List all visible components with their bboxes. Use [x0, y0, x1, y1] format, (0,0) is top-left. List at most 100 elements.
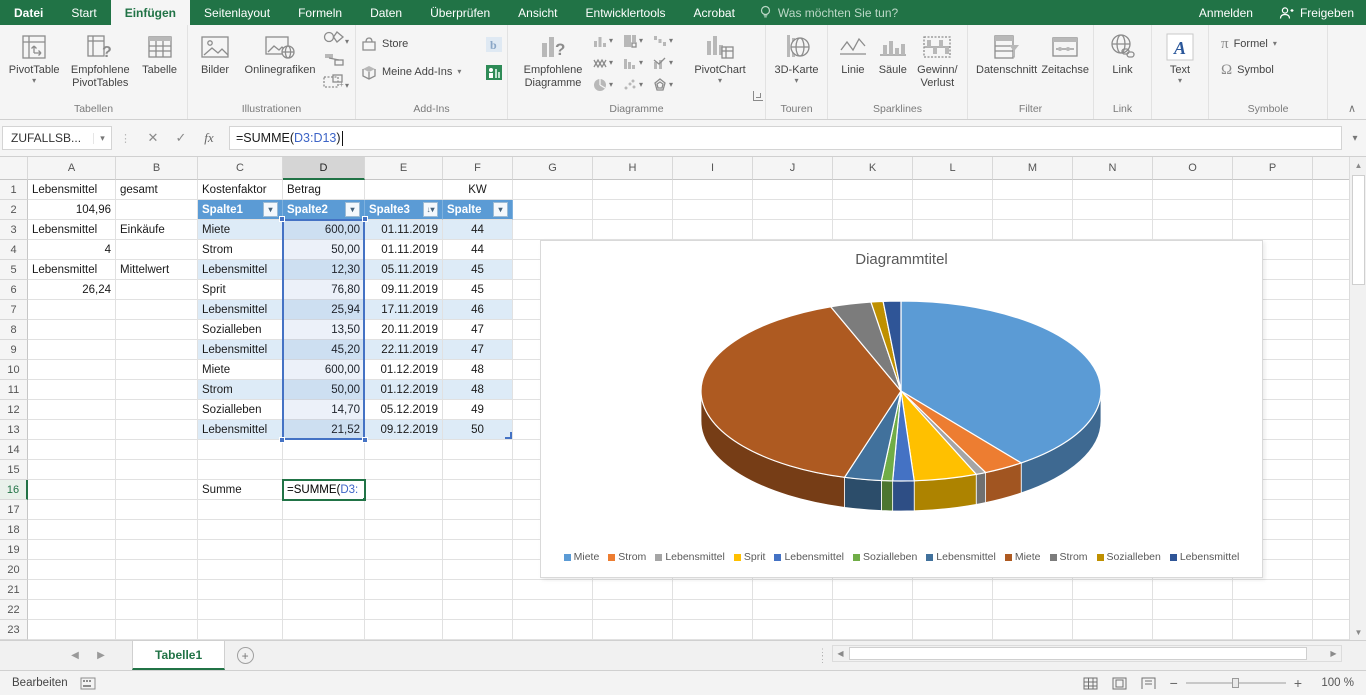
cell-D4[interactable]: 50,00 — [283, 240, 365, 260]
cell-D23[interactable] — [283, 620, 365, 640]
legend-item[interactable]: Strom — [608, 551, 646, 563]
pie-chart-panel[interactable]: Diagrammtitel MieteStromLebensmittelSpri… — [540, 240, 1263, 578]
collapse-ribbon-button[interactable]: ∧ — [1348, 102, 1356, 115]
saeule-button[interactable]: Säule — [873, 28, 913, 79]
ribbon-tab-acrobat[interactable]: Acrobat — [680, 0, 749, 25]
smartart-icon[interactable] — [323, 52, 349, 71]
pie-chart-button[interactable]: ▾ — [593, 78, 623, 92]
cell-stub[interactable] — [1313, 280, 1349, 300]
cell-A5[interactable]: Lebensmittel — [28, 260, 116, 280]
cell-B5[interactable]: Mittelwert — [116, 260, 198, 280]
page-layout-view-button[interactable] — [1112, 677, 1127, 690]
zoom-out-button[interactable]: − — [1170, 675, 1178, 691]
cell-F9[interactable]: 47 — [443, 340, 513, 360]
cell-F11[interactable]: 48 — [443, 380, 513, 400]
cell-G22[interactable] — [513, 600, 593, 620]
cell-F17[interactable] — [443, 500, 513, 520]
cell-D12[interactable]: 14,70 — [283, 400, 365, 420]
cell-G1[interactable] — [513, 180, 593, 200]
cell-stub[interactable] — [1313, 560, 1349, 580]
cell-stub[interactable] — [1313, 420, 1349, 440]
cell-O23[interactable] — [1153, 620, 1233, 640]
row-header-5[interactable]: 5 — [0, 260, 28, 280]
cell-H1[interactable] — [593, 180, 673, 200]
linie-button[interactable]: Linie — [833, 28, 873, 79]
formula-input[interactable]: =SUMME(D3:D13) — [229, 126, 1342, 150]
cell-B19[interactable] — [116, 540, 198, 560]
sign-in-button[interactable]: Anmelden — [1185, 0, 1267, 25]
ribbon-tab-formeln[interactable]: Formeln — [284, 0, 356, 25]
scroll-down-arrow[interactable]: ▼ — [1351, 624, 1366, 640]
cell-F2[interactable]: Spalte▾ — [443, 200, 513, 220]
vertical-scroll-thumb[interactable] — [1352, 175, 1365, 285]
ribbon-tab-daten[interactable]: Daten — [356, 0, 416, 25]
cell-stub[interactable] — [1313, 620, 1349, 640]
cell-B8[interactable] — [116, 320, 198, 340]
ribbon-tab-datei[interactable]: Datei — [0, 0, 57, 25]
cell-D8[interactable]: 13,50 — [283, 320, 365, 340]
cell-stub[interactable] — [1313, 340, 1349, 360]
cell-A23[interactable] — [28, 620, 116, 640]
cell-D15[interactable] — [283, 460, 365, 480]
cell-B18[interactable] — [116, 520, 198, 540]
row-header-6[interactable]: 6 — [0, 280, 28, 300]
cell-stub[interactable] — [1313, 460, 1349, 480]
cell-F4[interactable]: 44 — [443, 240, 513, 260]
cell-stub[interactable] — [1313, 480, 1349, 500]
select-all-corner[interactable] — [0, 157, 28, 180]
link-button[interactable]: Link — [1101, 28, 1145, 79]
cell-L3[interactable] — [913, 220, 993, 240]
column-header-P[interactable]: P — [1233, 157, 1313, 180]
cell-J3[interactable] — [753, 220, 833, 240]
legend-item[interactable]: Miete — [564, 551, 600, 563]
cell-B17[interactable] — [116, 500, 198, 520]
cell-E11[interactable]: 01.12.2019 — [365, 380, 443, 400]
column-header-O[interactable]: O — [1153, 157, 1233, 180]
cell-C8[interactable]: Sozialleben — [198, 320, 283, 340]
ribbon-tab-einfügen[interactable]: Einfügen — [111, 0, 190, 25]
cell-F5[interactable]: 45 — [443, 260, 513, 280]
cell-F7[interactable]: 46 — [443, 300, 513, 320]
zeitachse-button[interactable]: Zeitachse — [1040, 28, 1090, 79]
cell-G23[interactable] — [513, 620, 593, 640]
cell-N22[interactable] — [1073, 600, 1153, 620]
column-header-M[interactable]: M — [993, 157, 1073, 180]
cell-stub[interactable] — [1313, 300, 1349, 320]
cell-A18[interactable] — [28, 520, 116, 540]
filter-dropdown-icon[interactable]: ▾ — [345, 202, 360, 217]
column-header-N[interactable]: N — [1073, 157, 1153, 180]
edit-cell-D16[interactable]: =SUMME(D3: — [282, 479, 366, 501]
line-xy-chart-button[interactable]: ▾ — [593, 56, 623, 70]
zoom-level[interactable]: 100 % — [1316, 677, 1354, 689]
name-box-dropdown-icon[interactable]: ▾ — [93, 133, 111, 144]
column-header-B[interactable]: B — [116, 157, 198, 180]
cell-P21[interactable] — [1233, 580, 1313, 600]
tabelle-button[interactable]: Tabelle — [137, 28, 182, 79]
cell-A21[interactable] — [28, 580, 116, 600]
cell-K23[interactable] — [833, 620, 913, 640]
cell-L23[interactable] — [913, 620, 993, 640]
ribbon-tab-ansicht[interactable]: Ansicht — [504, 0, 571, 25]
cell-I3[interactable] — [673, 220, 753, 240]
formel-button[interactable]: π Formel▾ — [1221, 33, 1277, 55]
column-header-I[interactable]: I — [673, 157, 753, 180]
cell-C16[interactable]: Summe — [198, 480, 283, 500]
cell-stub[interactable] — [1313, 500, 1349, 520]
cell-B3[interactable]: Einkäufe — [116, 220, 198, 240]
meine-addins-button[interactable]: Meine Add-Ins▾ — [361, 61, 461, 83]
cell-B4[interactable] — [116, 240, 198, 260]
column-header-C[interactable]: C — [198, 157, 283, 180]
cell-P1[interactable] — [1233, 180, 1313, 200]
column-chart-button[interactable]: ▾ — [593, 34, 623, 48]
ribbon-tab-start[interactable]: Start — [57, 0, 110, 25]
cell-E22[interactable] — [365, 600, 443, 620]
cell-B22[interactable] — [116, 600, 198, 620]
cell-D6[interactable]: 76,80 — [283, 280, 365, 300]
cell-E2[interactable]: Spalte3↓▾ — [365, 200, 443, 220]
row-header-3[interactable]: 3 — [0, 220, 28, 240]
column-header-L[interactable]: L — [913, 157, 993, 180]
horizontal-scrollbar[interactable]: ◀ ▶ — [832, 645, 1342, 662]
row-header-9[interactable]: 9 — [0, 340, 28, 360]
cell-E18[interactable] — [365, 520, 443, 540]
row-header-12[interactable]: 12 — [0, 400, 28, 420]
